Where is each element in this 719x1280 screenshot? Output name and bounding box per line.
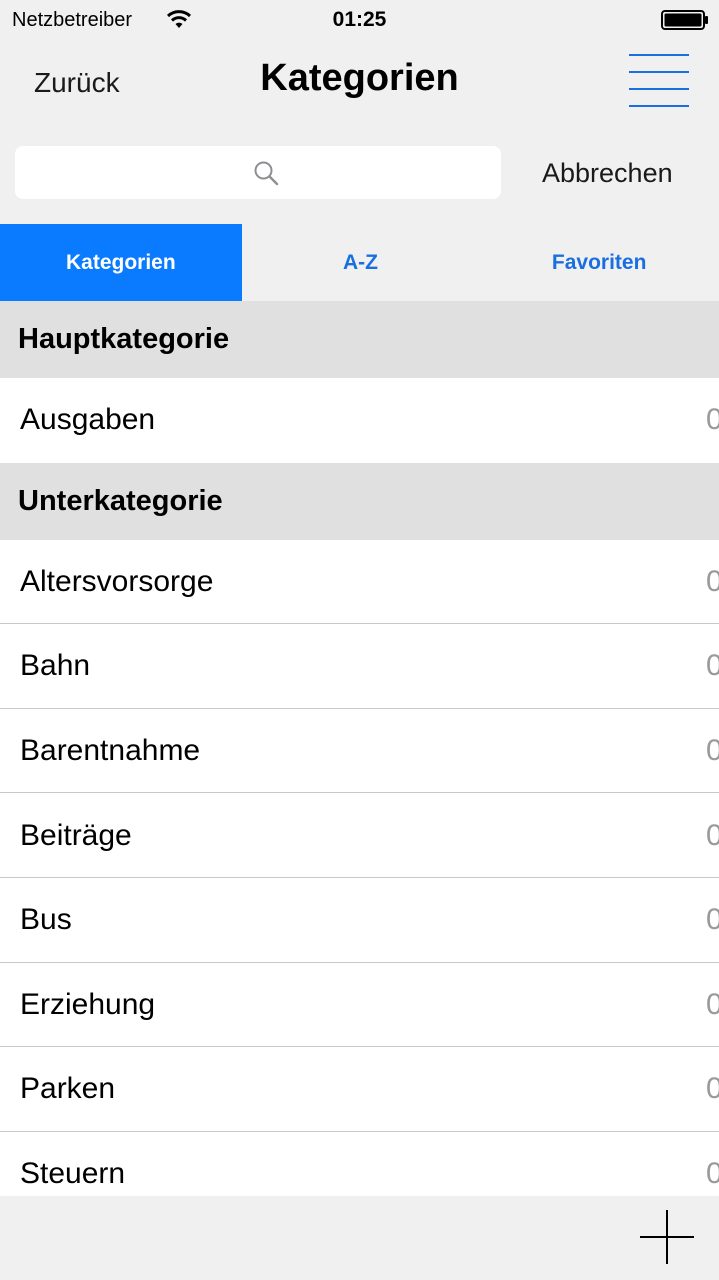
list-item-label: Altersvorsorge <box>20 564 214 598</box>
battery-icon <box>661 10 708 30</box>
menu-line <box>629 105 689 107</box>
list-item-value: 0 <box>706 734 719 768</box>
list-item[interactable]: Beiträge 0 <box>0 793 719 878</box>
tab-kategorien[interactable]: Kategorien <box>0 224 242 301</box>
page-title: Kategorien <box>260 57 459 99</box>
cancel-button[interactable]: Abbrechen <box>542 158 673 189</box>
tab-a-z[interactable]: A-Z <box>242 224 480 301</box>
status-bar: Netzbetreiber 01:25 <box>0 0 719 40</box>
list-item-value: 0 <box>706 564 719 598</box>
plus-icon[interactable] <box>640 1210 694 1264</box>
list-item-value: 0 <box>706 1072 719 1106</box>
menu-line <box>629 88 689 90</box>
list-item-label: Barentnahme <box>20 734 201 768</box>
clock: 01:25 <box>332 8 387 31</box>
category-list: Hauptkategorie Ausgaben 0 Unterkategorie… <box>0 301 719 1196</box>
search-box[interactable] <box>15 146 501 199</box>
list-item-value: 0 <box>706 649 719 683</box>
bottom-toolbar <box>0 1196 719 1280</box>
list-item-value: 0 <box>706 818 719 852</box>
list-item-value: 0 <box>706 1157 719 1191</box>
list-item-label: Ausgaben <box>20 403 156 437</box>
navigation-bar: Zurück Kategorien <box>0 40 719 130</box>
list-item-label: Parken <box>20 1072 116 1106</box>
list-item-value: 0 <box>706 987 719 1021</box>
segmented-control: Kategorien A-Z Favoriten <box>0 224 719 301</box>
section-header-main: Hauptkategorie <box>0 301 719 378</box>
list-item-label: Beiträge <box>20 818 132 852</box>
menu-icon[interactable] <box>629 54 689 108</box>
list-item-label: Erziehung <box>20 987 156 1021</box>
list-item-label: Steuern <box>20 1157 126 1191</box>
list-item-value: 0 <box>706 403 719 437</box>
search-bar: Abbrechen <box>0 130 719 224</box>
menu-line <box>629 71 689 73</box>
list-item-label: Bus <box>20 903 72 937</box>
list-item[interactable]: Bahn 0 <box>0 624 719 709</box>
list-item[interactable]: Ausgaben 0 <box>0 378 719 463</box>
menu-line <box>629 54 689 56</box>
list-item[interactable]: Steuern 0 <box>0 1131 719 1196</box>
list-item[interactable]: Barentnahme 0 <box>0 708 719 794</box>
search-icon <box>254 161 279 186</box>
list-item[interactable]: Parken 0 <box>0 1047 719 1132</box>
list-item-value: 0 <box>706 903 719 937</box>
list-item[interactable]: Bus 0 <box>0 877 719 963</box>
tab-favoriten[interactable]: Favoriten <box>479 224 719 301</box>
list-item[interactable]: Erziehung 0 <box>0 962 719 1048</box>
list-item-label: Bahn <box>20 649 91 683</box>
section-header-sub: Unterkategorie <box>0 462 719 540</box>
list-item[interactable]: Altersvorsorge 0 <box>0 539 719 625</box>
